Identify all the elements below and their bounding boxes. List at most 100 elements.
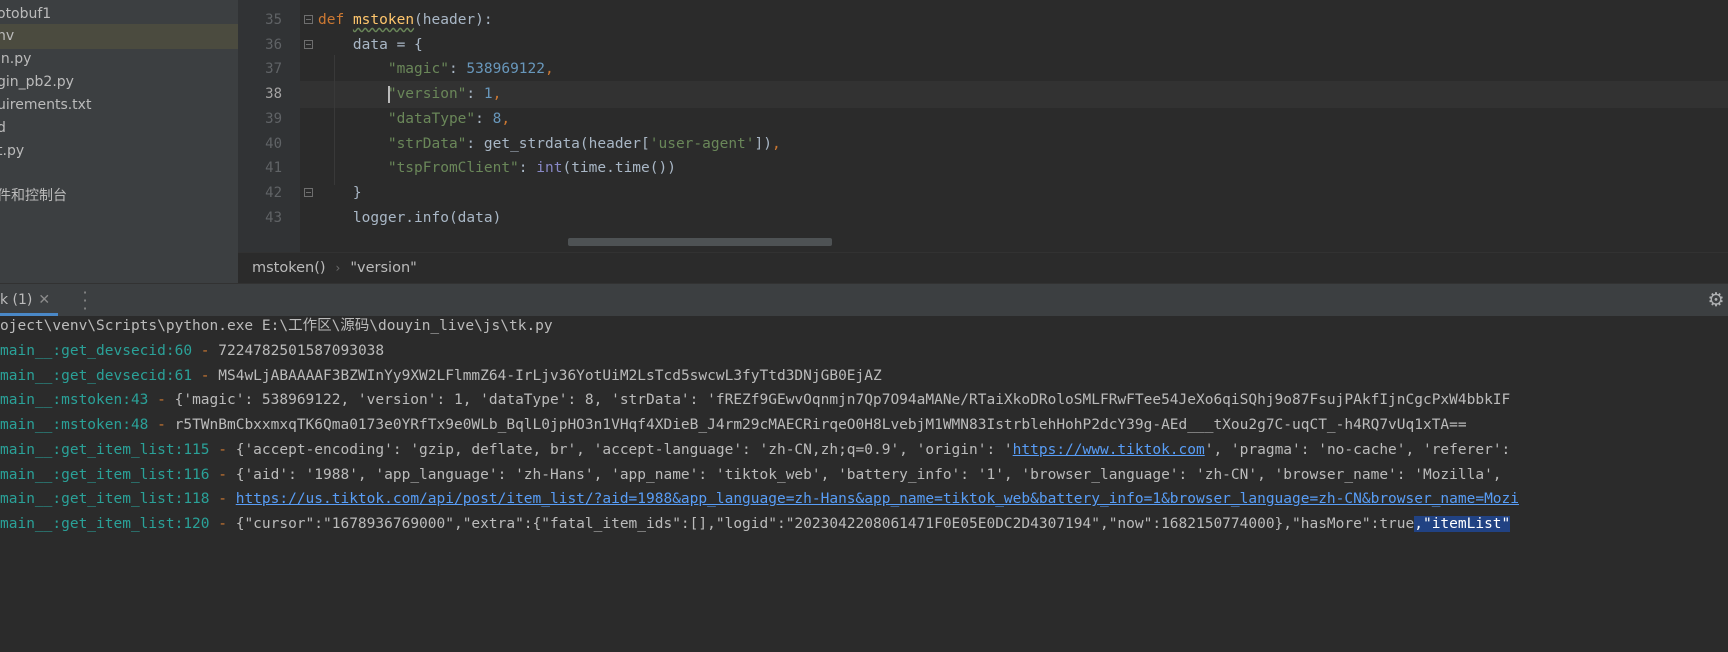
code-text: : get_strdata(header[ <box>466 136 650 152</box>
line-number: 40 <box>265 136 282 152</box>
code-text: data = { <box>318 37 423 53</box>
tree-item-label: gin_pb2.py <box>0 74 74 90</box>
code-line-37[interactable]: "magic": 538969122, <box>318 56 1728 83</box>
breadcrumb: mstoken() › "version" <box>238 252 1728 283</box>
fold-icon[interactable] <box>304 40 313 49</box>
comma: , <box>492 86 502 102</box>
log-message: {'magic': 538969122, 'version': 1, 'data… <box>174 392 1511 408</box>
log-separator: - <box>192 343 219 359</box>
tree-item-label: 件和控制台 <box>0 188 67 204</box>
code-line-36[interactable]: data = { <box>318 32 1728 59</box>
code-line-39[interactable]: "dataType": 8, <box>318 106 1728 133</box>
fold-column <box>300 0 318 252</box>
log-message: MS4wLjABAAAAF3BZWInYy9XW2LFlmmZ64-IrLjv3… <box>218 368 882 384</box>
console-line: main__:get_item_list:115 - {'accept-enco… <box>0 437 1519 464</box>
number-literal: 538969122 <box>466 61 545 77</box>
line-number: 36 <box>265 37 282 53</box>
tree-item-selected[interactable]: nv <box>0 24 238 49</box>
string-key: "magic" <box>387 61 449 77</box>
console-line: main__:get_devsecid:60 - 722478250158709… <box>0 338 384 365</box>
console-line: oject\venv\Scripts\python.exe E:\工作区\源码\… <box>0 316 553 340</box>
console-line: main__:get_devsecid:61 - MS4wLjABAAAAF3B… <box>0 363 882 390</box>
console-line: main__:mstoken:43 - {'magic': 538969122,… <box>0 387 1510 414</box>
code-text: (header): <box>414 12 493 28</box>
code-text: : <box>475 111 493 127</box>
log-message: ', 'pragma': 'no-cache', 'referer': <box>1204 442 1520 458</box>
breadcrumb-key[interactable]: "version" <box>350 260 416 276</box>
console-output[interactable]: oject\venv\Scripts\python.exe E:\工作区\源码\… <box>0 316 1728 652</box>
code-line-40[interactable]: "strData": get_strdata(header['user-agen… <box>318 131 1728 158</box>
tree-item[interactable]: uirements.txt <box>0 93 238 118</box>
log-source: main__:get_item_list:118 <box>0 491 210 507</box>
line-number: 43 <box>265 210 282 226</box>
comma: , <box>771 136 781 152</box>
builtin-name: int <box>536 160 563 176</box>
string-key: "strData" <box>387 136 467 152</box>
log-source: main__:get_item_list:115 <box>0 442 210 458</box>
keyword-def: def <box>318 12 345 28</box>
log-message: {'accept-encoding': 'gzip, deflate, br',… <box>235 442 1013 458</box>
number-literal: 1 <box>483 86 493 102</box>
tree-item-label: nv <box>0 28 15 44</box>
run-tool-window-header: k (1) ✕ · · · ⚙ <box>0 283 1728 317</box>
log-separator: - <box>209 467 236 483</box>
line-number: 41 <box>265 160 282 176</box>
log-message: {'aid': '1988', 'app_language': 'zh-Hans… <box>235 467 1511 483</box>
code-text: : <box>448 61 467 77</box>
string-literal: 'user-agent' <box>649 136 755 152</box>
code-line-43[interactable]: logger.info(data) <box>318 205 1728 232</box>
code-text: (time.time()) <box>562 160 676 176</box>
comma: , <box>501 111 511 127</box>
line-number-gutter: 35 36 37 38 39 40 41 42 43 <box>238 0 300 252</box>
code-text: ]) <box>754 136 772 152</box>
log-message: r5TWnBmCbxxmxqTK6Qma0173e0YRfTx9e0WLb_Bq… <box>174 417 1467 433</box>
function-name: mstoken <box>352 12 415 28</box>
code-text: logger.info(data) <box>318 210 502 226</box>
close-icon[interactable]: ✕ <box>38 292 50 308</box>
log-separator: - <box>148 417 175 433</box>
tree-item[interactable]: t.py <box>0 139 238 164</box>
tree-item[interactable]: d <box>0 116 238 141</box>
log-message: {"cursor":"1678936769000","extra":{"fata… <box>235 516 1415 532</box>
console-link[interactable]: https://us.tiktok.com/api/post/item_list… <box>236 491 1519 507</box>
tree-item-label: t.py <box>0 143 25 159</box>
line-number: 35 <box>265 12 282 28</box>
fold-icon[interactable] <box>304 188 313 197</box>
string-key: "tspFromClient" <box>387 160 519 176</box>
tree-item-label: otobuf1 <box>0 6 52 22</box>
log-separator: - <box>209 491 236 507</box>
code-editor[interactable]: 35 36 37 38 39 40 41 42 43 def mstoken(h… <box>238 0 1728 252</box>
tree-item[interactable]: gin_pb2.py <box>0 70 238 95</box>
console-command: oject\venv\Scripts\python.exe E:\工作区\源码\… <box>0 318 553 334</box>
run-tab-label: k (1) <box>0 292 33 308</box>
code-line-35[interactable]: def mstoken(header): <box>318 7 1728 34</box>
string-key: "version" <box>387 86 467 102</box>
log-separator: - <box>209 516 236 532</box>
log-separator: - <box>192 368 219 384</box>
log-source: main__:get_devsecid:60 <box>0 343 193 359</box>
horizontal-scrollbar-thumb[interactable] <box>568 238 832 246</box>
log-source: main__:get_item_list:116 <box>0 467 210 483</box>
code-line-42[interactable]: } <box>318 180 1728 207</box>
gear-icon[interactable]: ⚙ <box>1706 290 1726 310</box>
code-line-38[interactable]: "version": 1, <box>318 81 1728 108</box>
console-link[interactable]: https://www.tiktok.com <box>1013 442 1205 458</box>
log-source: main__:mstoken:43 <box>0 392 149 408</box>
selected-text: ,"itemList" <box>1414 516 1511 532</box>
code-line-41[interactable]: "tspFromClient": int(time.time()) <box>318 155 1728 182</box>
tree-item-label: uirements.txt <box>0 97 92 113</box>
line-number: 39 <box>265 111 282 127</box>
code-text: : <box>466 86 484 102</box>
tree-item[interactable]: in.py <box>0 47 238 72</box>
log-separator: - <box>148 392 175 408</box>
log-source: main__:get_devsecid:61 <box>0 368 193 384</box>
tree-item-label: in.py <box>0 51 32 67</box>
code-text: } <box>318 185 362 201</box>
tree-item-scratches[interactable]: 件和控制台 <box>0 184 238 209</box>
console-line: main__:get_item_list:116 - {'aid': '1988… <box>0 462 1510 489</box>
fold-icon[interactable] <box>304 15 313 24</box>
breadcrumb-function[interactable]: mstoken() <box>252 260 326 276</box>
string-key: "dataType" <box>387 111 476 127</box>
console-line: main__:get_item_list:120 - {"cursor":"16… <box>0 511 1511 538</box>
more-options-icon[interactable]: · · · <box>82 285 88 317</box>
